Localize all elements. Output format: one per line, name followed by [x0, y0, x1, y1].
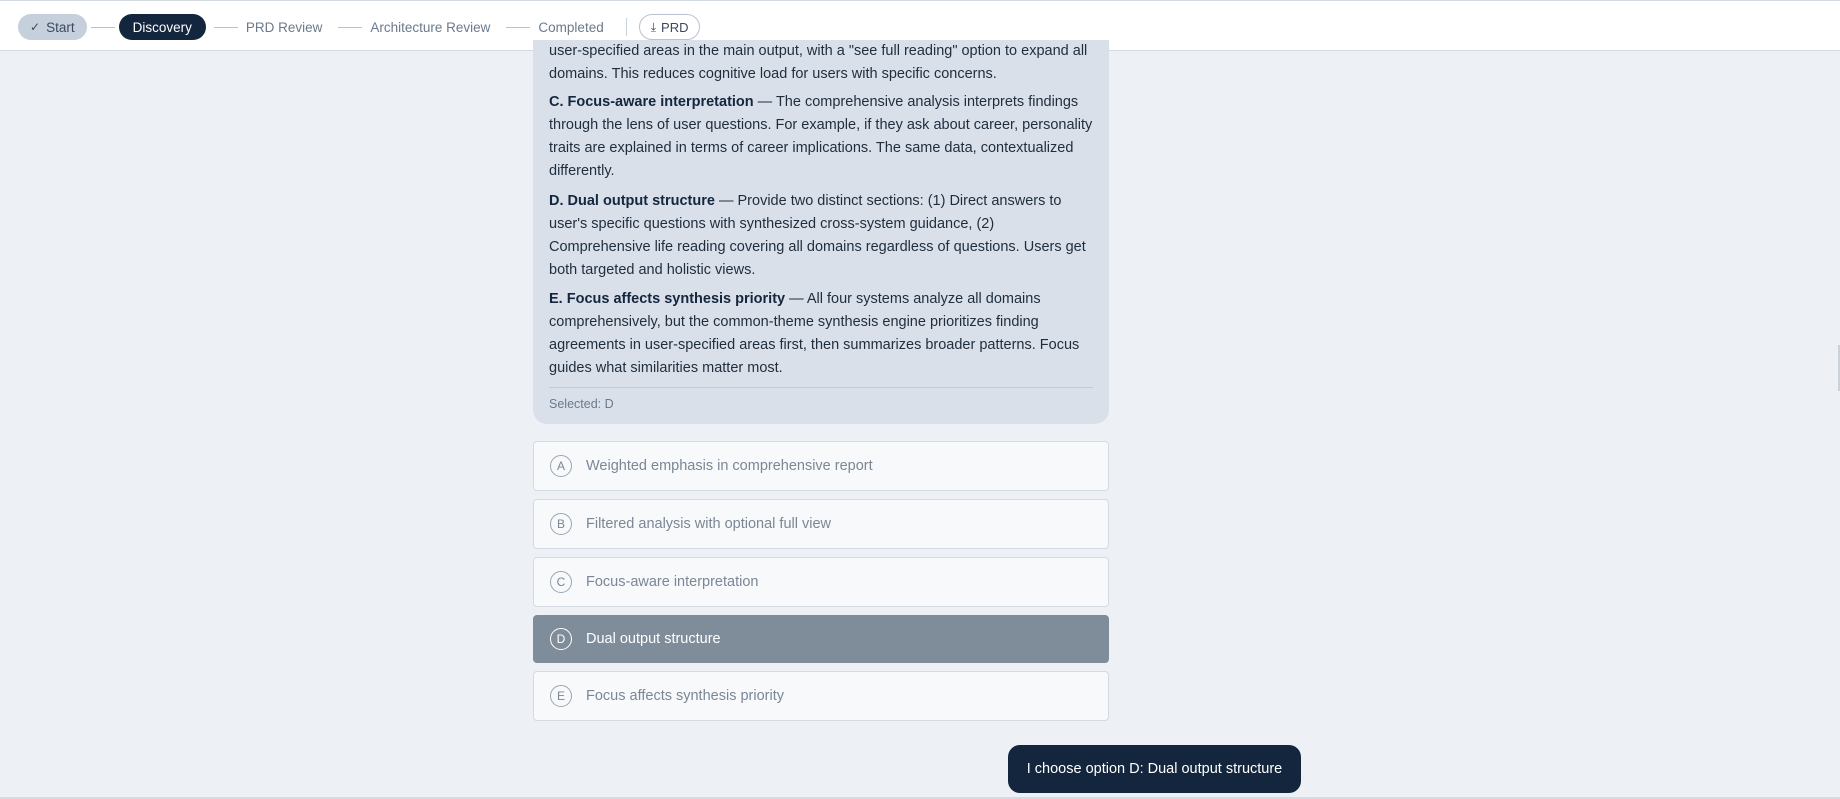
option-a[interactable]: A Weighted emphasis in comprehensive rep… — [533, 441, 1109, 491]
assistant-message: user-specified areas in the main output,… — [533, 40, 1109, 424]
option-e[interactable]: E Focus affects synthesis priority — [533, 671, 1109, 721]
message-divider — [549, 387, 1093, 388]
check-icon: ✓ — [30, 20, 41, 34]
option-c[interactable]: C Focus-aware interpretation — [533, 557, 1109, 607]
step-architecture-review[interactable]: Architecture Review — [370, 20, 490, 35]
step-connector — [506, 26, 531, 28]
prd-button-label: PRD — [661, 19, 689, 35]
progress-steps: ✓ Start Discovery PRD Review Architectur… — [18, 14, 701, 40]
step-start[interactable]: ✓ Start — [18, 14, 87, 40]
option-letter: D — [550, 628, 572, 650]
step-connector — [338, 26, 363, 28]
option-title: E. Focus affects synthesis priority — [549, 291, 786, 307]
option-letter: A — [550, 455, 572, 477]
option-label: Weighted emphasis in comprehensive repor… — [586, 458, 873, 474]
step-discovery[interactable]: Discovery — [118, 14, 206, 40]
option-letter: B — [550, 513, 572, 535]
selected-indicator: Selected: D — [549, 397, 614, 411]
message-paragraph: user-specified areas in the main output,… — [549, 40, 1093, 86]
option-title: D. Dual output structure — [549, 193, 715, 209]
option-letter: C — [550, 571, 572, 593]
divider — [625, 18, 627, 36]
option-label: Focus-aware interpretation — [586, 574, 759, 590]
paragraph-text: user-specified areas in the main output,… — [549, 43, 1088, 82]
option-letter: E — [550, 685, 572, 707]
download-icon: ⤓ — [650, 19, 657, 34]
step-prd-review[interactable]: PRD Review — [246, 20, 323, 35]
step-connector — [213, 26, 238, 28]
prd-download-button[interactable]: ⤓ PRD — [638, 14, 701, 40]
step-label: Discovery — [132, 19, 192, 35]
option-label: Dual output structure — [586, 631, 721, 647]
step-connector — [90, 26, 115, 28]
step-label: Start — [46, 19, 75, 35]
message-paragraph: C. Focus-aware interpretation — The comp… — [549, 91, 1093, 183]
option-title: C. Focus-aware interpretation — [549, 94, 754, 110]
user-message: I choose option D: Dual output structure — [1008, 745, 1301, 793]
option-b[interactable]: B Filtered analysis with optional full v… — [533, 499, 1109, 549]
step-completed[interactable]: Completed — [538, 20, 603, 35]
option-label: Focus affects synthesis priority — [586, 688, 784, 704]
message-paragraph: D. Dual output structure — Provide two d… — [549, 190, 1093, 282]
option-label: Filtered analysis with optional full vie… — [586, 516, 831, 532]
message-paragraph: E. Focus affects synthesis priority — Al… — [549, 288, 1093, 380]
option-d[interactable]: D Dual output structure — [533, 615, 1109, 663]
